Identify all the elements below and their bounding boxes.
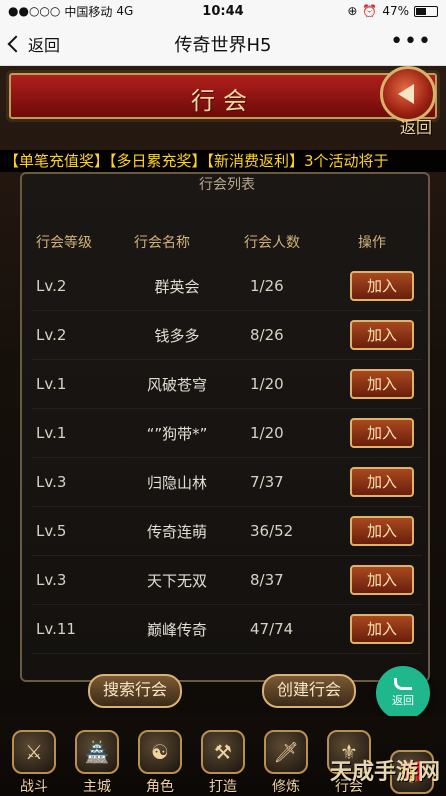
guild-name: 群英会 <box>154 277 200 296</box>
guild-count: 1/20 <box>250 424 284 442</box>
guild-count: 8/37 <box>250 571 284 589</box>
status-bar: ●●○○○ 中国移动 4G 10:44 ⊕ ⏰ 47% <box>0 0 446 22</box>
game-screen: 行会 返回 【单笔充值奖】【多日累充奖】【新消费返利】3个活动将于 行会列表 行… <box>0 66 446 796</box>
menu-label: 主城 <box>83 779 111 795</box>
character-icon: ☯ <box>138 730 182 774</box>
guild-name: “”狗带*” <box>146 424 208 443</box>
nav-title: 传奇世界H5 <box>174 34 272 56</box>
header-name: 行会名称 <box>134 235 190 251</box>
guild-count: 7/37 <box>250 473 284 491</box>
table-row: Lv.2 钱多多 8/26 加入 <box>32 311 422 360</box>
guild-level: Lv.3 <box>36 473 67 491</box>
table-row: Lv.2 群英会 1/26 加入 <box>32 262 422 311</box>
guild-level: Lv.2 <box>36 326 67 344</box>
axe-icon: ⚔ <box>12 730 56 774</box>
join-button[interactable]: 加入 <box>350 320 414 350</box>
header-level: 行会等级 <box>36 235 92 251</box>
op-cell: 加入 <box>342 369 422 399</box>
guild-header-banner: 行会 <box>6 70 440 122</box>
guild-name: 天下无双 <box>146 571 207 590</box>
guild-name: 归隐山林 <box>146 473 207 492</box>
op-cell: 加入 <box>342 565 422 595</box>
join-button[interactable]: 加入 <box>350 565 414 595</box>
table-row: Lv.1 “”狗带*” 1/20 加入 <box>32 409 422 458</box>
back-arrow-icon <box>398 84 414 104</box>
bottom-menu: ⚔ 战斗 🏯 主城 ☯ 角色 ⚒ 打造 🗡 修炼 ⚜ 行会 🎁 天成手游网 <box>0 716 446 796</box>
op-cell: 加入 <box>342 516 422 546</box>
undo-arrow-icon <box>394 678 412 690</box>
guild-list-panel: 行会列表 行会等级 行会名称 行会人数 操作 Lv.2 群英会 1/26 加入 … <box>20 172 430 682</box>
guild-level: Lv.1 <box>36 424 67 442</box>
guild-count: 36/52 <box>250 522 294 540</box>
op-cell: 加入 <box>342 418 422 448</box>
sword-icon: 🗡 <box>264 730 308 774</box>
menu-label: 战斗 <box>20 779 48 795</box>
menu-item-battle[interactable]: ⚔ 战斗 <box>4 716 64 796</box>
guild-name: 风破苍穹 <box>146 375 207 394</box>
guild-title: 行会 <box>191 87 255 115</box>
join-button[interactable]: 加入 <box>350 614 414 644</box>
more-menu-button[interactable]: ••• <box>390 31 432 53</box>
menu-item-forge[interactable]: ⚒ 打造 <box>193 716 253 796</box>
floating-back-label: 返回 <box>392 694 414 707</box>
op-cell: 加入 <box>342 614 422 644</box>
guild-name: 巅峰传奇 <box>146 620 207 639</box>
menu-item-city[interactable]: 🏯 主城 <box>67 716 127 796</box>
guild-name: 传奇连萌 <box>146 522 207 541</box>
join-button[interactable]: 加入 <box>350 271 414 301</box>
header-op: 操作 <box>358 235 386 251</box>
guild-count: 1/20 <box>250 375 284 393</box>
floating-back-button[interactable]: 返回 <box>376 666 430 720</box>
guild-level: Lv.5 <box>36 522 67 540</box>
guild-level: Lv.3 <box>36 571 67 589</box>
table-row: Lv.3 天下无双 8/37 加入 <box>32 556 422 605</box>
anvil-icon: ⚒ <box>201 730 245 774</box>
table-header: 行会等级 行会名称 行会人数 操作 <box>32 230 422 254</box>
join-button[interactable]: 加入 <box>350 418 414 448</box>
join-button[interactable]: 加入 <box>350 516 414 546</box>
table-row: Lv.5 传奇连萌 36/52 加入 <box>32 507 422 556</box>
guild-count: 1/26 <box>250 277 284 295</box>
join-button[interactable]: 加入 <box>350 369 414 399</box>
op-cell: 加入 <box>342 467 422 497</box>
activity-marquee: 【单笔充值奖】【多日累充奖】【新消费返利】3个活动将于 <box>0 150 446 172</box>
guild-level: Lv.1 <box>36 375 67 393</box>
guild-level: Lv.2 <box>36 277 67 295</box>
join-button[interactable]: 加入 <box>350 467 414 497</box>
table-row: Lv.1 风破苍穹 1/20 加入 <box>32 360 422 409</box>
nav-bar: 返回 传奇世界H5 ••• <box>0 22 446 66</box>
guild-name: 钱多多 <box>154 326 200 345</box>
guild-count: 8/26 <box>250 326 284 344</box>
op-cell: 加入 <box>342 271 422 301</box>
header-count: 行会人数 <box>244 235 300 251</box>
guild-level: Lv.11 <box>36 620 76 638</box>
castle-icon: 🏯 <box>75 730 119 774</box>
create-guild-button[interactable]: 创建行会 <box>262 674 356 708</box>
panel-subtitle: 行会列表 <box>199 177 255 192</box>
menu-label: 打造 <box>209 779 237 795</box>
op-cell: 加入 <box>342 320 422 350</box>
search-guild-button[interactable]: 搜索行会 <box>88 674 182 708</box>
battery-icon <box>414 5 438 17</box>
table-row: Lv.11 巅峰传奇 47/74 加入 <box>32 605 422 654</box>
watermark: 天成手游网 <box>329 760 440 785</box>
menu-item-train[interactable]: 🗡 修炼 <box>256 716 316 796</box>
game-back-label[interactable]: 返回 <box>400 114 432 138</box>
guild-count: 47/74 <box>250 620 294 638</box>
menu-label: 修炼 <box>272 779 300 795</box>
table-row: Lv.3 归隐山林 7/37 加入 <box>32 458 422 507</box>
status-time: 10:44 <box>202 3 244 19</box>
menu-item-character[interactable]: ☯ 角色 <box>130 716 190 796</box>
guild-rows[interactable]: Lv.2 群英会 1/26 加入 Lv.2 钱多多 8/26 加入 Lv.1 风… <box>32 262 422 682</box>
menu-label: 角色 <box>146 779 174 795</box>
